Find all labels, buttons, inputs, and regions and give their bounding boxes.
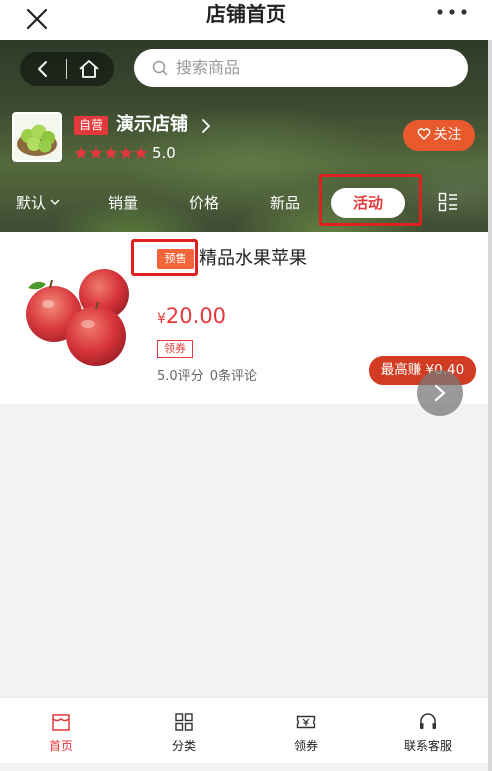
nav-home[interactable]: 首页 [21,698,101,764]
highlight-box [319,174,422,226]
nav-category[interactable]: 分类 [144,698,224,764]
headset-icon [420,713,436,729]
more-dots-icon[interactable] [434,4,470,20]
shop-logo[interactable] [12,112,62,162]
review-count: 0条评论 [209,369,257,384]
home-icon[interactable] [78,59,100,79]
shop-header: 搜索商品 自营 演示店铺 5.0 关注 默认 销量 价格 新品 活动 [0,40,492,232]
shop-rating: 5.0 [152,144,176,162]
title-bar: 店铺首页 [0,0,492,40]
star-rating [74,146,148,160]
right-edge [488,40,492,771]
bottom-nav: 首页 分类 领券 联系客服 [0,697,488,763]
follow-label: 关注 [433,127,462,143]
nav-service-label: 联系客服 [403,739,452,753]
follow-button[interactable]: 关注 [403,120,475,151]
list-layout-icon[interactable] [438,192,458,212]
shop-icon [52,714,70,731]
search-input[interactable]: 搜索商品 [134,49,468,87]
tab-new[interactable]: 新品 [270,190,300,216]
tab-default-label: 默认 [16,194,47,212]
page-title: 店铺首页 [206,2,286,26]
tab-sales[interactable]: 销量 [108,190,138,216]
heart-icon [417,128,430,140]
nav-category-label: 分类 [171,739,196,753]
review-score: 5.0评分 [157,369,204,384]
capsule-divider [66,59,67,79]
product-image[interactable] [20,264,136,374]
chevron-right-icon [434,384,446,402]
shop-name[interactable]: 演示店铺 [116,112,188,138]
nav-coupon-label: 领券 [293,739,318,753]
self-operated-badge: 自营 [74,116,109,135]
star-icon [134,146,148,159]
star-icon [119,146,133,159]
star-icon [104,146,118,159]
nav-service[interactable]: 联系客服 [388,698,468,764]
tab-price[interactable]: 价格 [189,190,219,216]
grid-icon [175,713,193,731]
ticket-icon [296,715,316,729]
search-icon [152,60,168,76]
nav-coupon[interactable]: 领券 [266,698,346,764]
review-summary: 5.0评分 0条评论 [157,368,257,386]
star-icon [74,146,88,159]
back-icon[interactable] [34,60,52,78]
product-title[interactable]: 精品水果苹果 [199,246,307,272]
search-placeholder: 搜索商品 [176,58,241,77]
tab-default[interactable]: 默认 [16,190,60,216]
highlight-box [131,239,198,276]
nav-capsule [20,52,114,86]
star-icon [89,146,103,159]
coupon-tag[interactable]: 领券 [157,340,193,358]
nav-home-label: 首页 [48,739,73,753]
price-value: 20.00 [165,304,227,328]
product-price: ¥20.00 [157,302,226,333]
product-card[interactable]: 预售 精品水果苹果 ¥20.00 领券 5.0评分 0条评论 最高赚 ¥0.40 [0,232,488,416]
chevron-right-icon[interactable] [201,119,211,133]
next-button[interactable] [417,370,463,416]
chevron-down-icon [50,199,60,205]
currency-symbol: ¥ [157,311,166,327]
